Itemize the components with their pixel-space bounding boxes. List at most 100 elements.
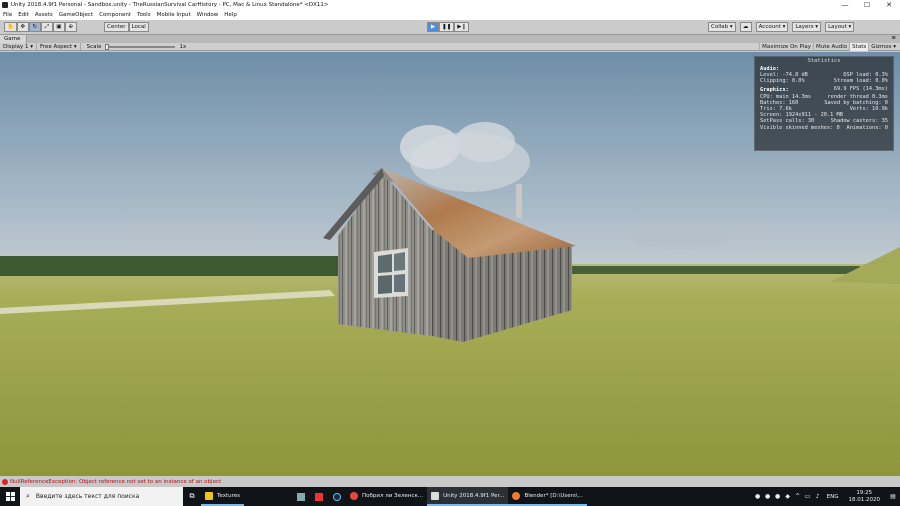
clock-date: 18.01.2020 [848, 496, 881, 503]
scale-slider-knob[interactable] [105, 43, 110, 50]
layout-button[interactable]: Layout ▾ [825, 22, 855, 32]
pivot-tools: Center Local [104, 22, 149, 32]
layers-button[interactable]: Layers ▾ [792, 22, 822, 32]
maximize-button[interactable]: ☐ [856, 0, 878, 10]
play-button[interactable]: ▶ [427, 22, 439, 32]
pivot-center-label: Center [107, 24, 126, 30]
pause-button[interactable]: ❚❚ [439, 22, 455, 32]
taskbar-app-unity[interactable]: Unity 2018.4.9f1 Per... [427, 487, 509, 506]
language-indicator[interactable]: ENG [827, 494, 839, 500]
close-button[interactable]: ✕ [878, 0, 900, 10]
account-button[interactable]: Account ▾ [755, 22, 789, 32]
volume-icon[interactable]: ♪ [813, 487, 823, 506]
treeline-left [0, 256, 340, 276]
aspect-dropdown[interactable]: Free Aspect ▾ [37, 43, 81, 50]
cloud [400, 125, 460, 169]
network-icon[interactable]: ▭ [803, 487, 813, 506]
tray-app-icon[interactable]: ◆ [783, 487, 793, 506]
yandex-icon [315, 492, 323, 501]
menu-bar: File Edit Assets GameObject Component To… [0, 10, 900, 20]
menu-gameobject[interactable]: GameObject [59, 12, 93, 18]
windows-logo-icon [5, 492, 15, 501]
pivot-local-button[interactable]: Local [128, 22, 149, 32]
account-label: Account ▾ [758, 24, 786, 30]
stats-row: Visible skinned meshes: 0 Animations: 0 [760, 125, 888, 131]
tab-game[interactable]: Game [0, 35, 28, 43]
move-tool-button[interactable]: ✥ [16, 22, 29, 32]
taskbar-app-blender[interactable]: Blender* [D:\Users\... [508, 487, 587, 506]
tray-app-icon[interactable]: ● [763, 487, 773, 506]
start-button[interactable] [0, 487, 20, 506]
menu-window[interactable]: Window [197, 12, 219, 18]
pivot-local-label: Local [131, 24, 146, 30]
menu-file[interactable]: File [3, 12, 12, 18]
fps-readout: 69.9 FPS (14.3ms) [833, 86, 888, 93]
mute-audio-toggle[interactable]: Mute Audio [813, 43, 849, 51]
window-title: Unity 2018.4.9f1 Personal - Sandbox.unit… [11, 2, 329, 8]
taskbar-pinned-app[interactable] [328, 487, 346, 506]
scale-value: 1x [179, 43, 187, 50]
rotate-icon: ↻ [32, 24, 38, 30]
taskbar-app-chrome[interactable]: Побрил ли Зеленск... [346, 487, 427, 506]
menu-edit[interactable]: Edit [18, 12, 29, 18]
scale-slider[interactable] [105, 43, 176, 50]
verts: Verts: 10.9k [849, 106, 888, 113]
hand-tool-button[interactable]: ✋ [4, 22, 17, 32]
rect-tool-button[interactable]: ▣ [52, 22, 65, 32]
pivot-center-button[interactable]: Center [104, 22, 129, 32]
main-toolbar: ✋ ✥ ↻ ⤢ ▣ ⊕ Center Local ▶ ❚❚ ▶❙ Collab … [0, 20, 900, 35]
error-message[interactable]: NullReferenceException: Object reference… [10, 479, 221, 485]
chevron-up-icon[interactable]: ^ [793, 487, 803, 506]
task-view-button[interactable]: ⧉ [183, 487, 201, 506]
game-tab-bar: Game ≡ [0, 35, 900, 43]
menu-tools[interactable]: Tools [137, 12, 151, 18]
taskbar-app-label: Textures [217, 492, 240, 499]
move-icon: ✥ [20, 24, 26, 30]
minimize-button[interactable]: — [834, 0, 856, 10]
menu-assets[interactable]: Assets [35, 12, 53, 18]
rotate-tool-button[interactable]: ↻ [28, 22, 41, 32]
taskbar-app-label: Побрил ли Зеленск... [362, 492, 424, 499]
tab-menu-icon[interactable]: ≡ [891, 35, 896, 41]
window-pane [394, 274, 405, 292]
collab-label: Collab ▾ [711, 24, 733, 30]
taskbar-app-label: Unity 2018.4.9f1 Per... [443, 492, 505, 499]
collab-button[interactable]: Collab ▾ [708, 22, 736, 32]
search-placeholder: Введите здесь текст для поиска [35, 493, 140, 500]
error-icon [2, 479, 8, 485]
stats-toggle[interactable]: Stats [849, 43, 869, 51]
menu-help[interactable]: Help [224, 12, 237, 18]
taskbar-pinned-app[interactable] [292, 487, 310, 506]
console-status-bar[interactable]: NullReferenceException: Object reference… [0, 477, 900, 487]
statistics-panel: Statistics Audio: Level: -74.8 dB DSP lo… [754, 56, 894, 151]
menu-component[interactable]: Component [99, 12, 131, 18]
chimney-pipe [516, 184, 522, 218]
scale-tool-button[interactable]: ⤢ [40, 22, 53, 32]
chrome-icon [350, 491, 358, 500]
display-dropdown[interactable]: Display 1 ▾ [0, 43, 38, 50]
maximize-on-play-toggle[interactable]: Maximize On Play [759, 43, 813, 51]
task-view-icon: ⧉ [189, 492, 195, 500]
unity-logo-icon [2, 2, 8, 8]
transform-icon: ⊕ [68, 24, 74, 30]
animations: Animations: 0 [846, 124, 888, 131]
treeline-right [560, 266, 860, 274]
notification-icon[interactable]: ▤ [886, 487, 900, 506]
transform-tool-button[interactable]: ⊕ [64, 22, 77, 32]
folder-icon [205, 491, 213, 500]
taskbar-pinned-app[interactable] [310, 487, 328, 506]
gizmos-dropdown[interactable]: Gizmos ▾ [868, 43, 898, 51]
blender-icon [512, 491, 521, 500]
cloud-button[interactable]: ☁ [739, 22, 752, 32]
tray-app-icon[interactable]: ● [773, 487, 783, 506]
game-view-toggles: Maximize On Play Mute Audio Stats Gizmos… [759, 43, 898, 51]
step-button[interactable]: ▶❙ [454, 22, 470, 32]
menu-mobile-input[interactable]: Mobile Input [157, 12, 191, 18]
stream-load: Stream load: 0.0% [833, 78, 888, 85]
taskbar-app-explorer[interactable]: Textures [201, 487, 244, 506]
taskbar-search[interactable]: ⌕ Введите здесь текст для поиска [20, 487, 183, 506]
game-tab-label: Game [4, 36, 21, 42]
clock[interactable]: 19:25 18.01.2020 [849, 490, 881, 503]
scale-label: Scale [86, 43, 102, 50]
tray-app-icon[interactable]: ● [753, 487, 763, 506]
